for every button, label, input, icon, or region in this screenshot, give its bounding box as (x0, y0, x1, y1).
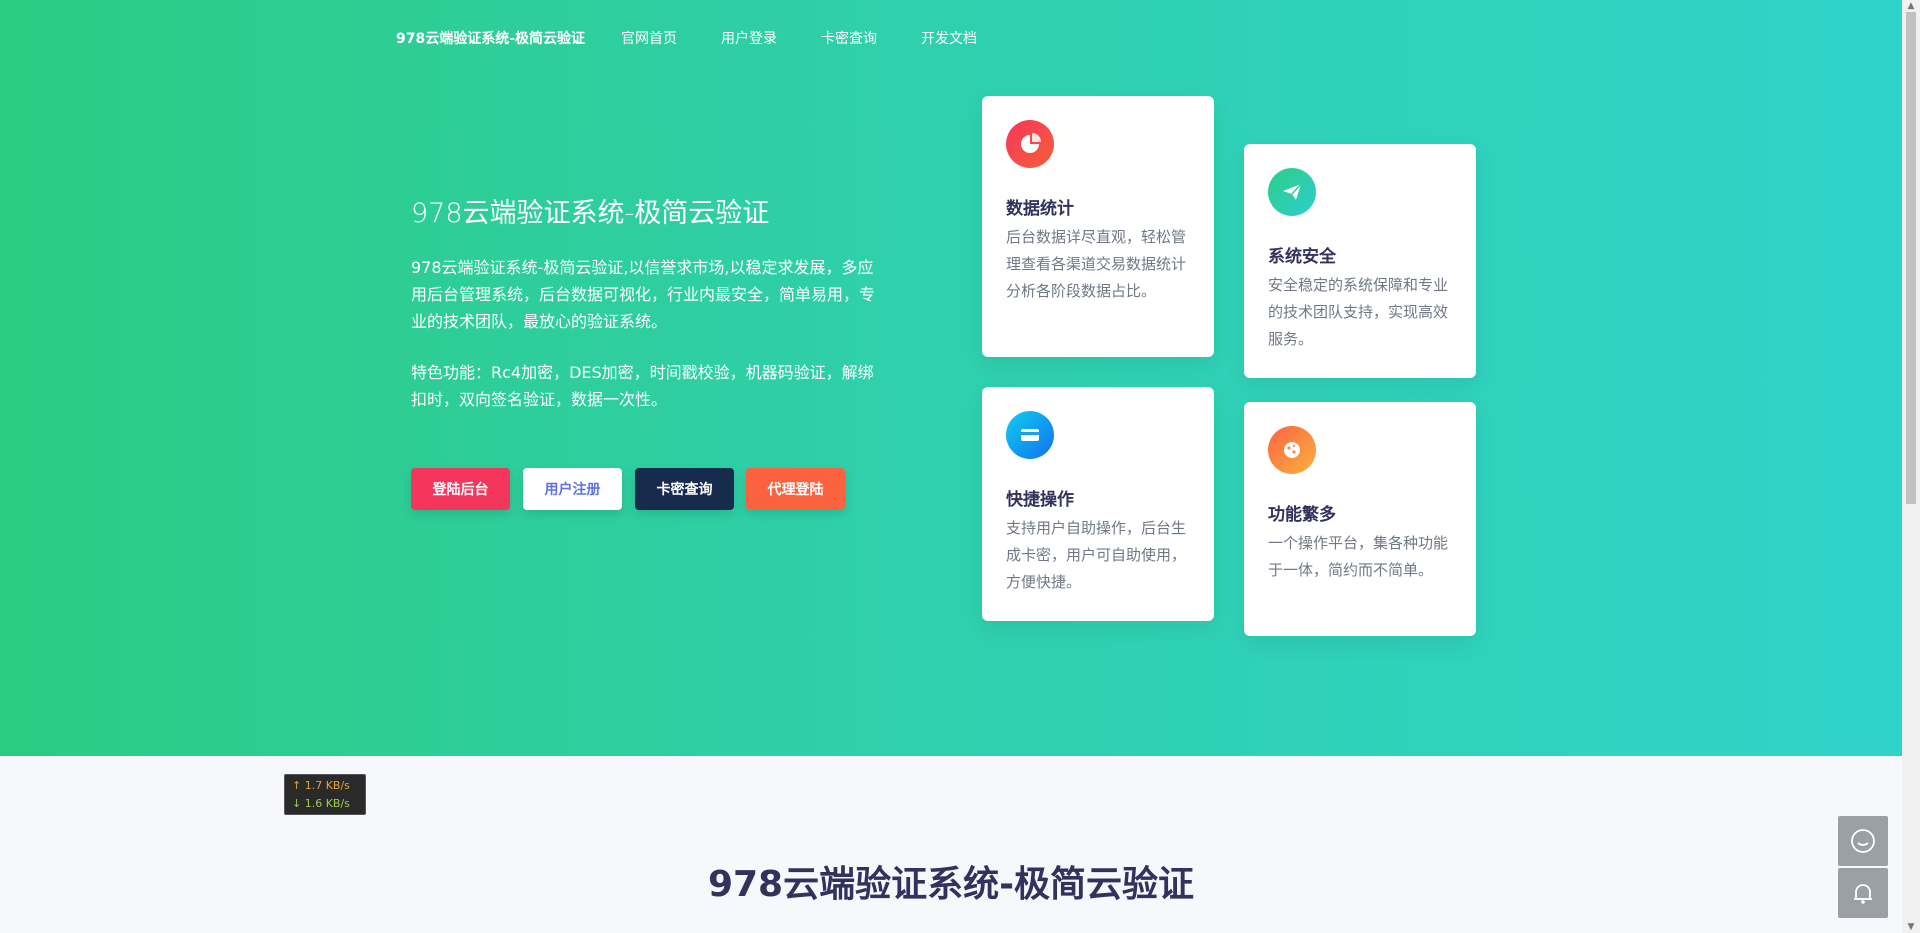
download-speed: ↓ 1.6 KB/s (292, 797, 350, 810)
card-query-button[interactable]: 卡密查询 (635, 468, 734, 510)
nav-home-link[interactable]: 官网首页 (621, 28, 677, 48)
card-description: 安全稳定的系统保障和专业的技术团队支持，实现高效服务。 (1268, 276, 1449, 348)
hero-features: 特色功能：Rc4加密，DES加密，时间戳校验，机器码验证，解绑扣时，双向签名验证… (411, 363, 874, 409)
notification-button[interactable] (1838, 868, 1888, 918)
feature-card-stats: 数据统计 后台数据详尽直观，轻松管理查看各渠道交易数据统计分析各阶段数据占比。 (982, 96, 1214, 357)
feature-card-security: 系统安全 安全稳定的系统保障和专业的技术团队支持，实现高效服务。 (1244, 144, 1476, 378)
brand-link[interactable]: 978云端验证系统-极简云验证 (396, 28, 585, 48)
paper-plane-icon (1268, 168, 1316, 216)
card-title: 功能繁多 (1268, 505, 1336, 525)
pie-chart-icon (1006, 120, 1054, 168)
nav-login-link[interactable]: 用户登录 (721, 28, 777, 48)
hero-section: 978云端验证系统-极简云验证 官网首页 用户登录 卡密查询 开发文档 978云… (0, 0, 1902, 756)
card-title: 系统安全 (1268, 247, 1336, 267)
bell-icon (1854, 884, 1872, 904)
chat-icon (1851, 829, 1875, 853)
top-nav: 978云端验证系统-极简云验证 官网首页 用户登录 卡密查询 开发文档 (396, 28, 1021, 48)
agent-login-button[interactable]: 代理登陆 (746, 468, 845, 510)
nav-docs-link[interactable]: 开发文档 (921, 28, 977, 48)
section-title: 978云端验证系统-极简云验证 (707, 864, 1195, 905)
user-register-button[interactable]: 用户注册 (523, 468, 622, 510)
hero-title: 978云端验证系统-极简云验证 (411, 198, 770, 229)
nav-card-query-link[interactable]: 卡密查询 (821, 28, 877, 48)
feature-card-quick-ops: 快捷操作 支持用户自助操作，后台生成卡密，用户可自助使用，方便快捷。 (982, 387, 1214, 621)
card-title: 快捷操作 (1006, 490, 1074, 510)
card-title: 数据统计 (1006, 199, 1074, 219)
network-speed-widget: ↑ 1.7 KB/s ↓ 1.6 KB/s (284, 774, 366, 815)
scrollbar-thumb[interactable] (1906, 12, 1916, 504)
scroll-up-arrow-icon[interactable]: ▲ (1902, 0, 1920, 12)
scroll-down-arrow-icon[interactable]: ▼ (1902, 921, 1920, 933)
credit-card-icon (1006, 411, 1054, 459)
hero-description: 978云端验证系统-极简云验证,以信誉求市场,以稳定求发展，多应用后台管理系统，… (411, 258, 876, 331)
upload-speed: ↑ 1.7 KB/s (292, 779, 350, 792)
chat-button[interactable] (1838, 816, 1888, 866)
card-description: 支持用户自助操作，后台生成卡密，用户可自助使用，方便快捷。 (1006, 519, 1187, 591)
cookie-icon (1268, 426, 1316, 474)
card-description: 后台数据详尽直观，轻松管理查看各渠道交易数据统计分析各阶段数据占比。 (1006, 228, 1187, 300)
feature-card-functions: 功能繁多 一个操作平台，集各种功能于一体，简约而不简单。 (1244, 402, 1476, 636)
admin-login-button[interactable]: 登陆后台 (411, 468, 510, 510)
card-description: 一个操作平台，集各种功能于一体，简约而不简单。 (1268, 534, 1449, 579)
scrollbar[interactable]: ▲ ▼ (1902, 0, 1920, 933)
